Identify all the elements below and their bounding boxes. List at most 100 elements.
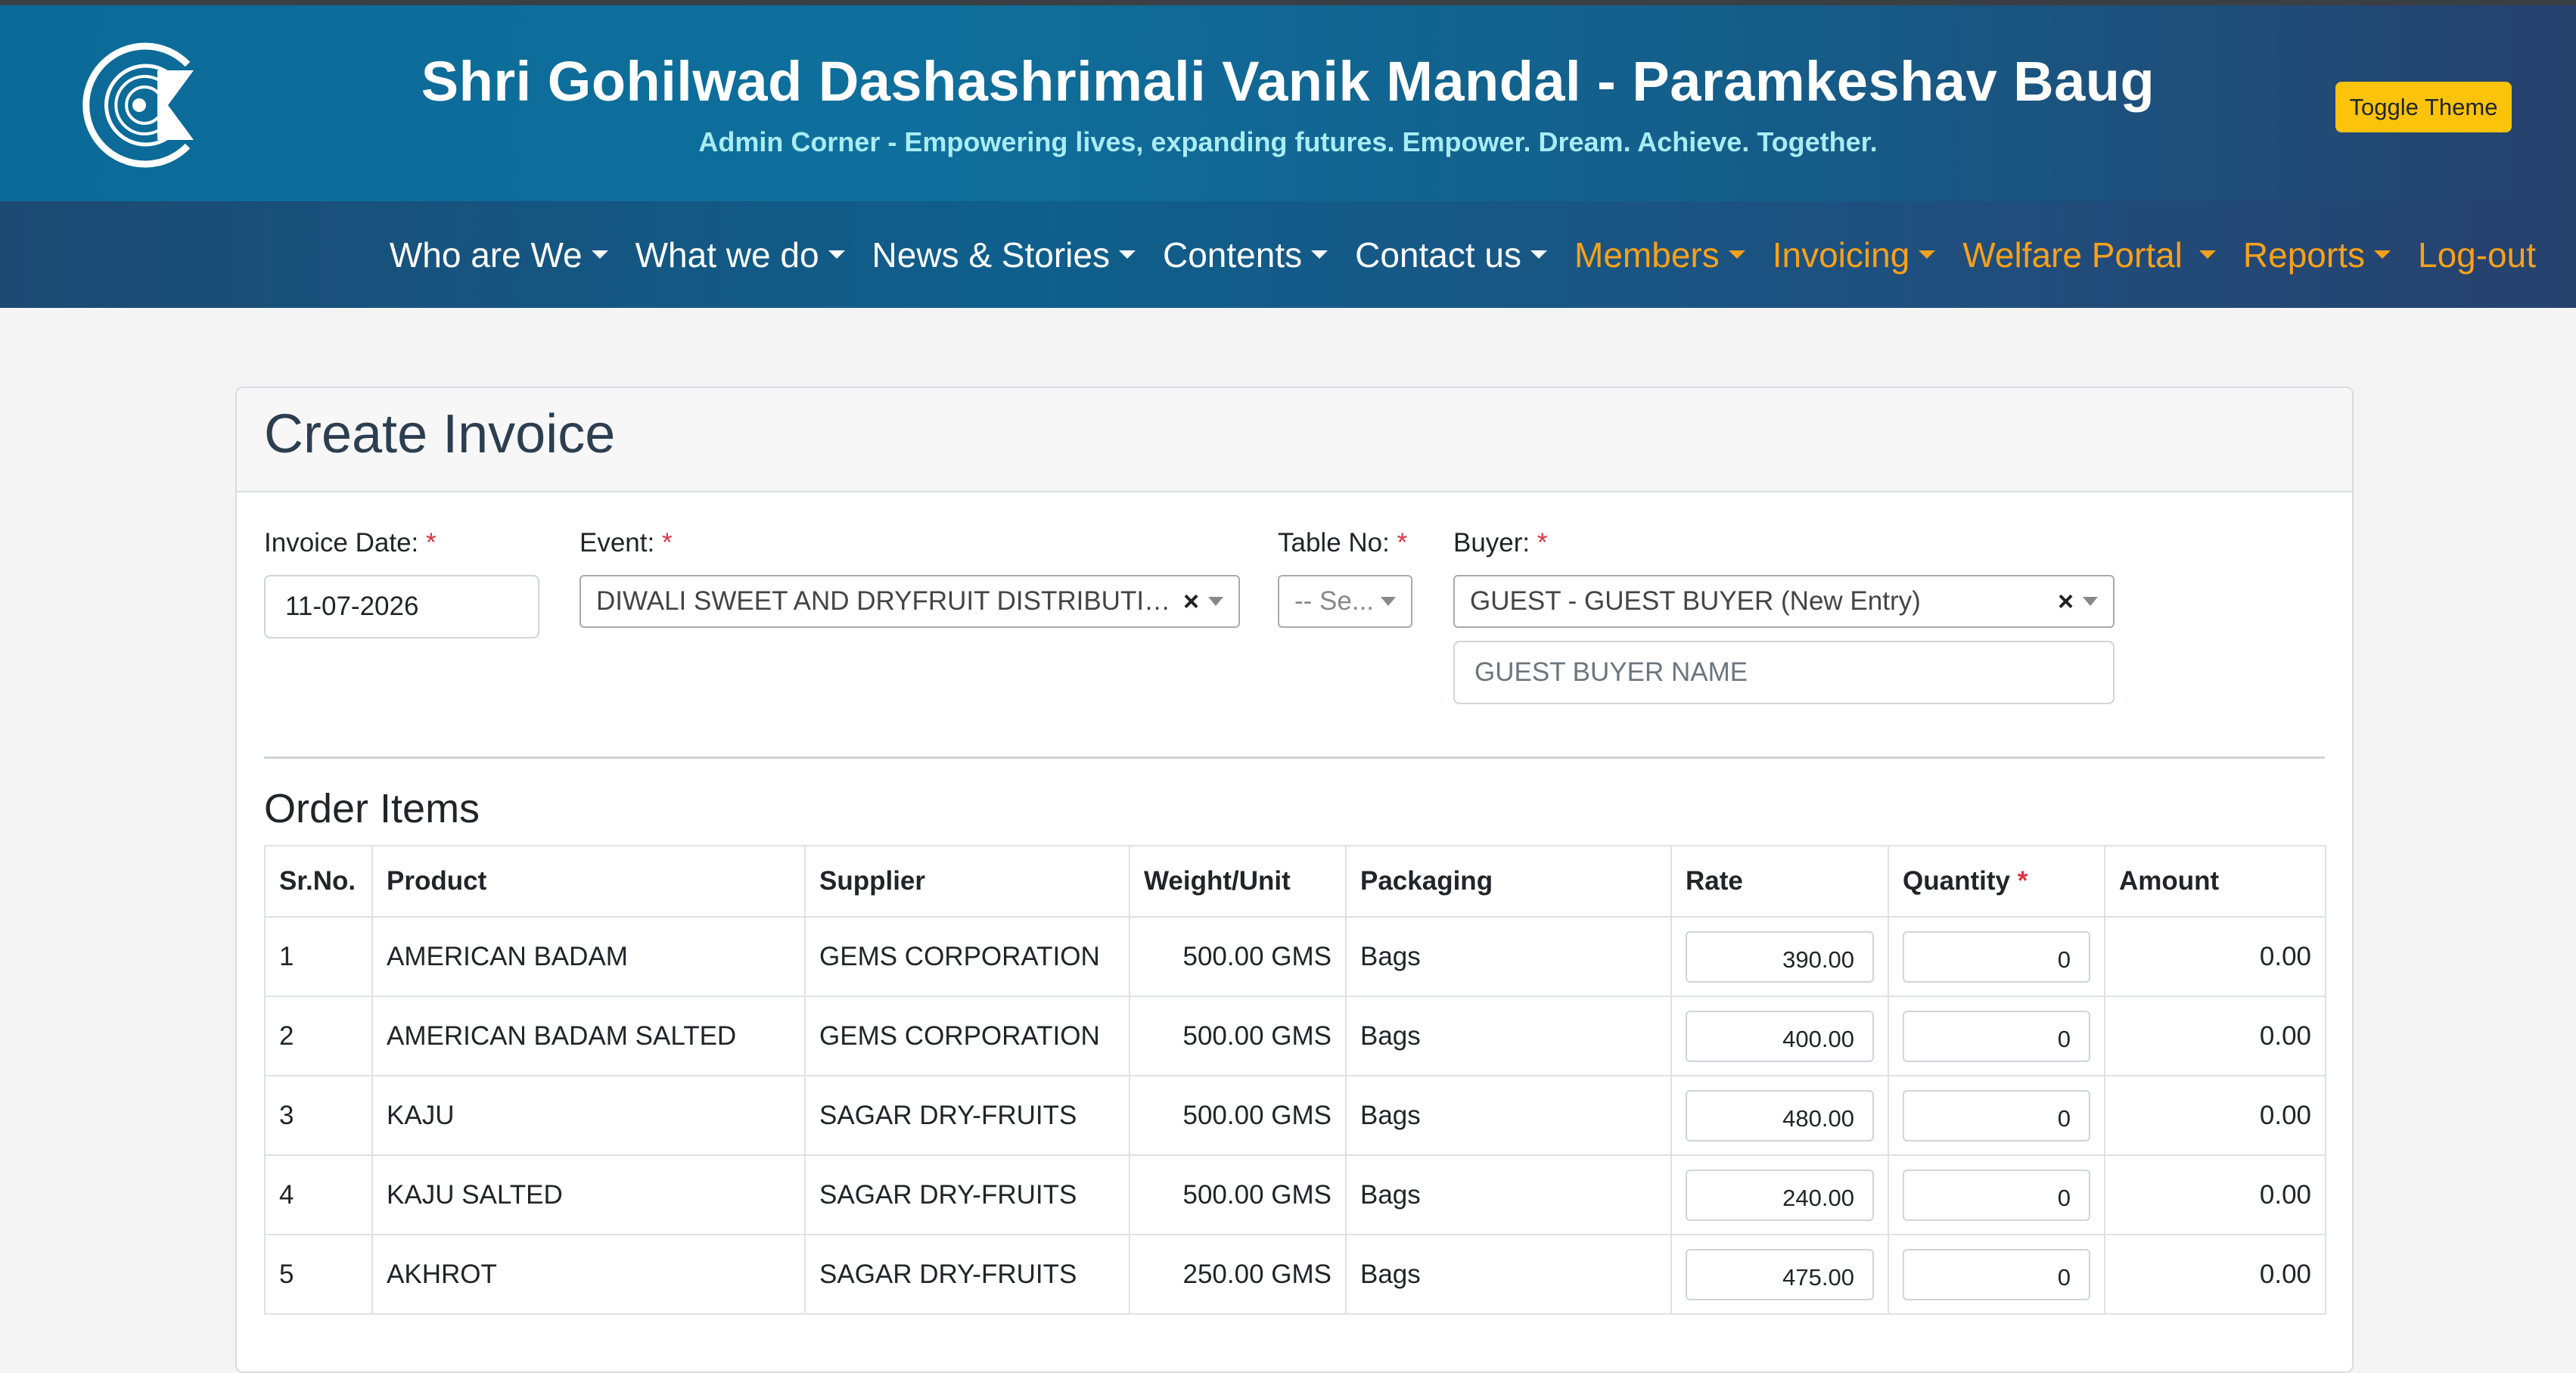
cell-packaging: Bags — [1345, 996, 1672, 1076]
nav-welfare-portal[interactable]: Welfare Portal — [1962, 235, 2216, 275]
cell-sr-no: 5 — [264, 1234, 373, 1315]
nav-invoicing[interactable]: Invoicing — [1773, 235, 1936, 275]
cell-packaging: Bags — [1345, 916, 1672, 997]
buyer-selected-value: GUEST - GUEST BUYER (New Entry) — [1470, 586, 1921, 616]
header-text: Quantity — [1903, 866, 2010, 896]
cell-supplier: GEMS CORPORATION — [804, 996, 1130, 1076]
card-header: Create Invoice — [237, 388, 2352, 492]
dropdown-arrow-icon[interactable] — [2083, 597, 2098, 606]
cell-sr-no: 4 — [264, 1154, 373, 1235]
nav-label: News & Stories — [872, 235, 1110, 275]
cell-product: AMERICAN BADAM — [371, 916, 806, 997]
column-header-rate: Rate — [1670, 845, 1889, 918]
dropdown-arrow-icon[interactable] — [1381, 597, 1396, 606]
nav-label: Contact us — [1355, 235, 1522, 275]
cell-supplier: SAGAR DRY-FRUITS — [804, 1234, 1130, 1315]
cell-quantity — [1888, 916, 2105, 997]
cell-packaging: Bags — [1345, 1234, 1672, 1315]
cell-sr-no: 1 — [264, 916, 373, 997]
cell-product: KAJU SALTED — [371, 1154, 806, 1235]
event-select[interactable]: DIWALI SWEET AND DRYFRUIT DISTRIBUTIO...… — [580, 575, 1240, 628]
quantity-input[interactable] — [1903, 1010, 2090, 1062]
buyer-label: Buyer: * — [1453, 528, 1548, 558]
nav-members[interactable]: Members — [1574, 235, 1745, 275]
cell-weight: 250.00 GMS — [1129, 1234, 1347, 1315]
caret-down-icon — [1530, 250, 1548, 259]
event-selected-value: DIWALI SWEET AND DRYFRUIT DISTRIBUTIO... — [596, 586, 1174, 616]
table-row: 4 KAJU SALTED SAGAR DRY-FRUITS 500.00 GM… — [264, 1154, 2326, 1235]
rate-input[interactable] — [1686, 1010, 1874, 1062]
cell-packaging: Bags — [1345, 1154, 1672, 1235]
nav-contact-us[interactable]: Contact us — [1355, 235, 1548, 275]
cell-weight: 500.00 GMS — [1129, 1154, 1347, 1235]
table-no-label: Table No: * — [1278, 528, 1407, 558]
nav-label: Welfare Portal — [1962, 235, 2183, 275]
column-header-sr-no: Sr.No. — [264, 845, 373, 918]
nav-log-out[interactable]: Log-out — [2418, 235, 2536, 275]
cell-quantity — [1888, 1075, 2105, 1156]
create-invoice-card: Create Invoice Invoice Date: * Event: * … — [235, 387, 2354, 1373]
rate-input[interactable] — [1686, 1248, 1874, 1300]
caret-down-icon — [1118, 250, 1136, 259]
nav-label: Members — [1574, 235, 1720, 275]
nav-label: Log-out — [2417, 235, 2536, 275]
caret-down-icon — [591, 250, 608, 259]
column-header-packaging: Packaging — [1345, 845, 1672, 918]
rate-input[interactable] — [1686, 930, 1874, 983]
table-header-row: Sr.No. Product Supplier Weight/Unit Pack… — [264, 845, 2326, 918]
dropdown-arrow-icon[interactable] — [1208, 597, 1223, 606]
nav-news-stories[interactable]: News & Stories — [872, 235, 1136, 275]
site-tagline: Admin Corner - Empowering lives, expandi… — [698, 126, 1878, 157]
cell-weight: 500.00 GMS — [1129, 996, 1347, 1076]
quantity-input[interactable] — [1903, 930, 2090, 983]
caret-down-icon — [828, 250, 845, 259]
table-no-placeholder: -- Se... — [1294, 586, 1375, 616]
caret-down-icon — [2198, 250, 2216, 259]
rate-input[interactable] — [1686, 1169, 1874, 1221]
table-row: 1 AMERICAN BADAM GEMS CORPORATION 500.00… — [264, 916, 2326, 997]
quantity-input[interactable] — [1903, 1089, 2090, 1142]
nav-contents[interactable]: Contents — [1163, 235, 1328, 275]
cell-rate — [1670, 1234, 1889, 1315]
clear-icon[interactable]: × — [1183, 586, 1199, 617]
nav-label: What we do — [635, 235, 819, 275]
clear-icon[interactable]: × — [2058, 586, 2074, 617]
cell-weight: 500.00 GMS — [1129, 1075, 1347, 1156]
cell-weight: 500.00 GMS — [1129, 916, 1347, 997]
cell-sr-no: 2 — [264, 996, 373, 1076]
column-header-supplier: Supplier — [804, 845, 1130, 918]
page-title: Create Invoice — [264, 404, 616, 464]
nav-label: Invoicing — [1772, 235, 1910, 275]
label-text: Invoice Date: — [264, 528, 419, 558]
quantity-input[interactable] — [1903, 1169, 2090, 1221]
order-items-title: Order Items — [264, 786, 480, 831]
toggle-theme-button[interactable]: Toggle Theme — [2335, 82, 2512, 132]
caret-down-icon — [1311, 250, 1328, 259]
nav-reports[interactable]: Reports — [2243, 235, 2391, 275]
quantity-input[interactable] — [1903, 1248, 2090, 1300]
cell-rate — [1670, 1075, 1889, 1156]
label-text: Table No: — [1278, 528, 1390, 558]
cell-supplier: SAGAR DRY-FRUITS — [804, 1154, 1130, 1235]
cell-supplier: GEMS CORPORATION — [804, 916, 1130, 997]
invoice-date-input[interactable] — [264, 575, 539, 638]
column-header-product: Product — [371, 845, 806, 918]
nav-who-are-we[interactable]: Who are We — [390, 235, 608, 275]
table-row: 2 AMERICAN BADAM SALTED GEMS CORPORATION… — [264, 996, 2326, 1076]
guest-buyer-name-input[interactable] — [1453, 641, 2115, 704]
cell-amount: 0.00 — [2104, 916, 2326, 997]
required-marker: * — [1397, 528, 1408, 558]
required-marker: * — [2017, 866, 2028, 896]
required-marker: * — [661, 528, 673, 558]
caret-down-icon — [2373, 250, 2391, 259]
nav-label: Who are We — [389, 235, 583, 275]
nav-what-we-do[interactable]: What we do — [635, 235, 845, 275]
site-title: Shri Gohilwad Dashashrimali Vanik Mandal… — [421, 50, 2155, 113]
caret-down-icon — [1919, 250, 1936, 259]
rate-input[interactable] — [1686, 1089, 1874, 1142]
buyer-select[interactable]: GUEST - GUEST BUYER (New Entry) × — [1453, 575, 2115, 628]
cell-rate — [1670, 996, 1889, 1076]
cell-amount: 0.00 — [2104, 1154, 2326, 1235]
column-header-quantity: Quantity * — [1888, 845, 2105, 918]
table-no-select[interactable]: -- Se... — [1278, 575, 1412, 628]
